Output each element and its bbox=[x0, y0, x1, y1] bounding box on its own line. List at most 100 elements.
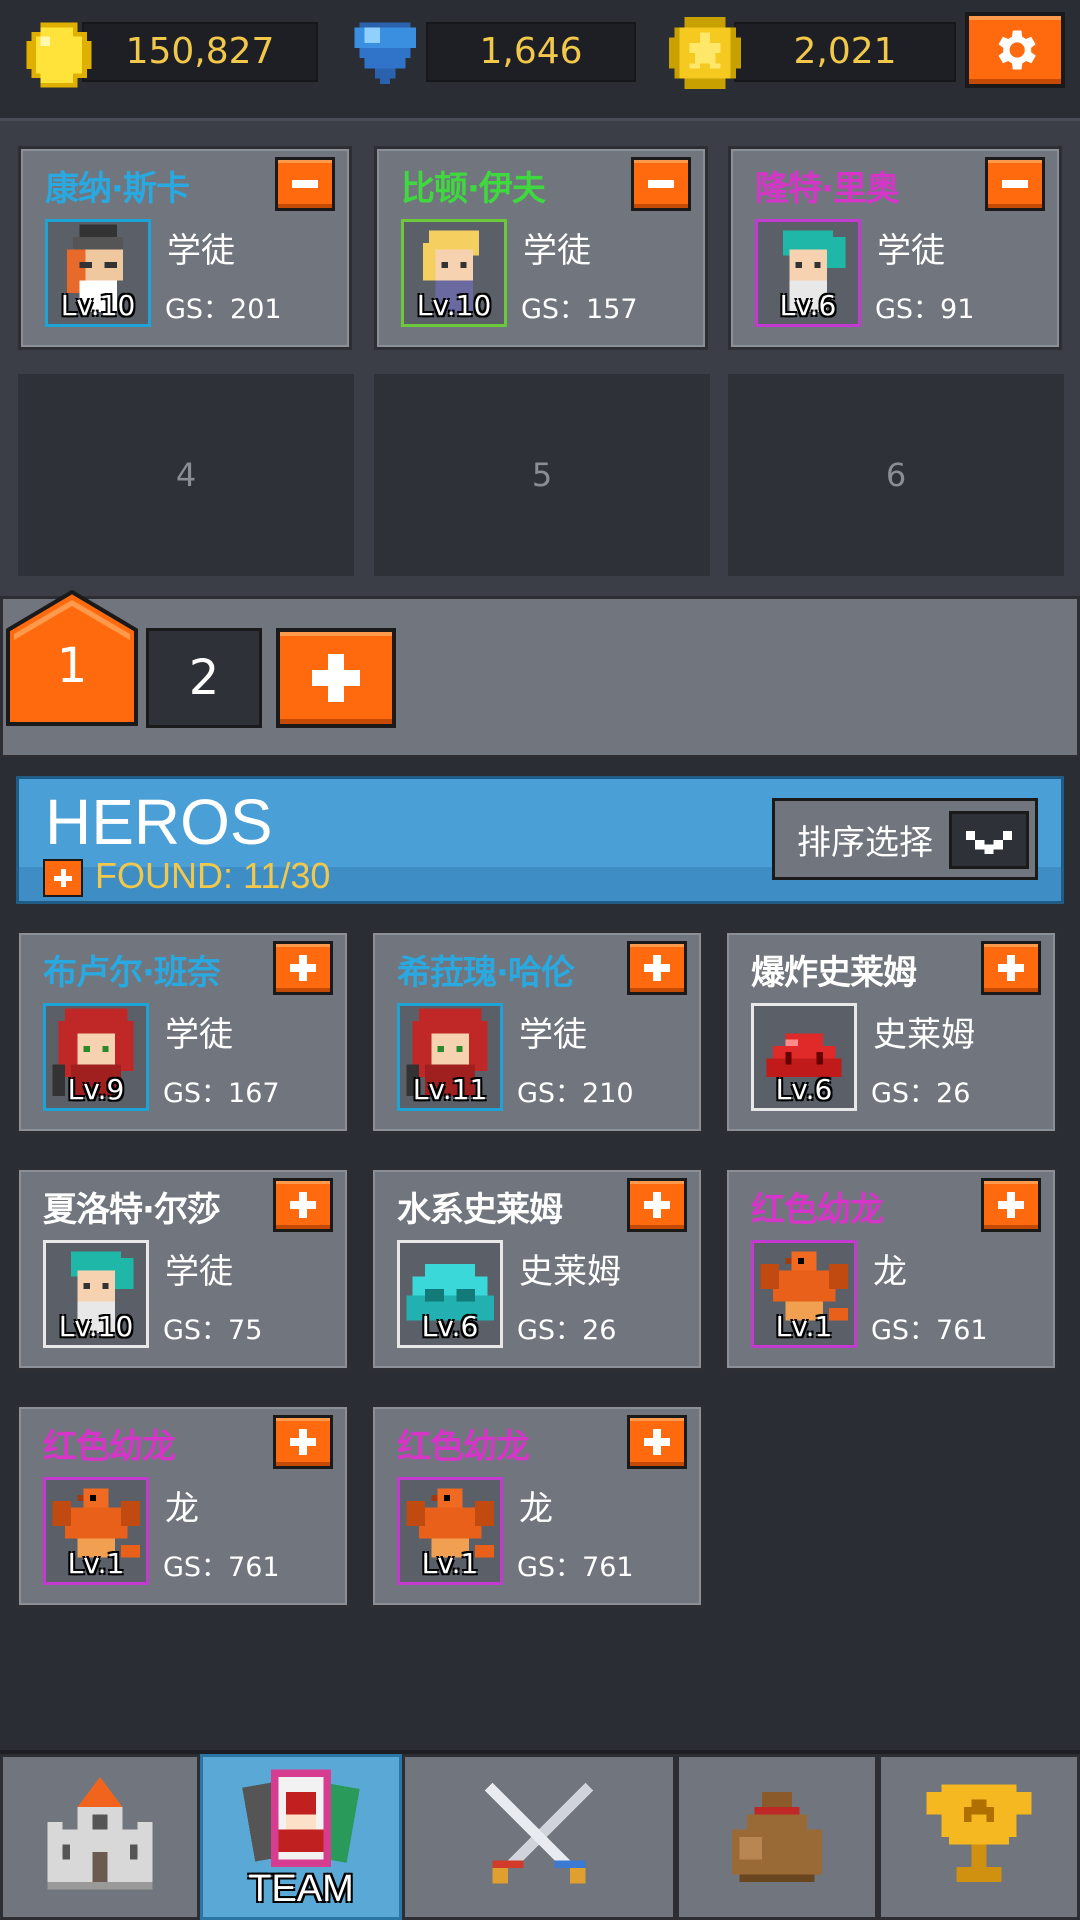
slot-number: 6 bbox=[885, 456, 907, 494]
tab-page-1[interactable]: 1 bbox=[6, 590, 138, 726]
hero-name: 希菈瑰·哈伦 bbox=[397, 953, 575, 993]
add-to-team-button[interactable] bbox=[627, 1415, 687, 1469]
hero-name: 康纳·斯卡 bbox=[45, 169, 190, 209]
tab-page-2[interactable]: 2 bbox=[146, 628, 262, 728]
hero-level: Lv.9 bbox=[67, 1073, 125, 1106]
add-to-team-button[interactable] bbox=[981, 1178, 1041, 1232]
hero-class: 学徒 bbox=[877, 231, 945, 271]
add-page-button[interactable] bbox=[276, 628, 396, 728]
star-counter: 2,021 bbox=[664, 17, 956, 89]
gold-coin-icon bbox=[26, 22, 92, 88]
hero-card[interactable]: 红色幼龙 Lv.1 龙 GS：761 bbox=[16, 1404, 350, 1608]
hero-card[interactable]: 水系史莱姆 Lv.6 史莱姆 GS：26 bbox=[370, 1167, 704, 1371]
team-cards-icon bbox=[242, 1769, 360, 1867]
team-member-card[interactable]: 隆特·里奥 Lv.6 学徒 GS：91 bbox=[728, 146, 1062, 350]
red-dragon-icon: Lv.1 bbox=[397, 1477, 503, 1585]
hero-red-hair-icon: Lv.11 bbox=[397, 1003, 503, 1111]
hero-card[interactable]: 希菈瑰·哈伦 Lv.11 学徒 GS：210 bbox=[370, 930, 704, 1134]
hero-level: Lv.11 bbox=[412, 1073, 488, 1106]
red-dragon-icon: Lv.1 bbox=[43, 1477, 149, 1585]
slot-number: 5 bbox=[531, 456, 553, 494]
water-slime-icon: Lv.6 bbox=[397, 1240, 503, 1348]
hero-blonde-icon: Lv.10 bbox=[401, 219, 507, 327]
team-member-card[interactable]: 康纳·斯卡 Lv.10 学徒 GS：201 bbox=[18, 146, 352, 350]
hero-level: Lv.6 bbox=[421, 1310, 479, 1343]
team-member-card[interactable]: 比顿·伊夫 Lv.10 学徒 GS：157 bbox=[374, 146, 708, 350]
hero-class: 史莱姆 bbox=[519, 1252, 621, 1292]
hero-name: 红色幼龙 bbox=[751, 1190, 884, 1230]
heros-title: HEROS bbox=[45, 786, 273, 858]
hero-mage-icon: Lv.10 bbox=[45, 219, 151, 327]
hero-class: 龙 bbox=[519, 1489, 553, 1529]
empty-team-slot[interactable]: 5 bbox=[374, 374, 710, 576]
hero-gear-score: GS：167 bbox=[163, 1078, 280, 1109]
hero-gear-score: GS：26 bbox=[517, 1315, 617, 1346]
hero-class: 学徒 bbox=[165, 1015, 233, 1055]
castle-icon bbox=[47, 1777, 153, 1890]
add-to-team-button[interactable] bbox=[627, 941, 687, 995]
hero-card[interactable]: 夏洛特·尔莎 Lv.10 学徒 GS：75 bbox=[16, 1167, 350, 1371]
hero-card[interactable]: 爆炸史莱姆 Lv.6 史莱姆 GS：26 bbox=[724, 930, 1058, 1134]
gold-amount: 150,827 bbox=[125, 31, 275, 72]
add-to-team-button[interactable] bbox=[273, 941, 333, 995]
hero-card[interactable]: 布卢尔·班奈 Lv.9 学徒 GS：167 bbox=[16, 930, 350, 1134]
nav-castle[interactable] bbox=[0, 1754, 200, 1920]
remove-from-team-button[interactable] bbox=[275, 157, 335, 211]
hero-name: 爆炸史莱姆 bbox=[751, 953, 917, 993]
hero-gear-score: GS：201 bbox=[165, 294, 282, 325]
hero-level: Lv.10 bbox=[60, 289, 136, 322]
hero-name: 水系史莱姆 bbox=[397, 1190, 563, 1230]
empty-team-slot[interactable]: 4 bbox=[18, 374, 354, 576]
hero-level: Lv.6 bbox=[779, 289, 837, 322]
hero-level: Lv.6 bbox=[775, 1073, 833, 1106]
hero-level: Lv.1 bbox=[421, 1547, 479, 1580]
currency-bar: 150,827 1,646 2,021 bbox=[0, 0, 1080, 100]
nav-team-label: TEAM bbox=[248, 1868, 354, 1910]
hero-gear-score: GS：91 bbox=[875, 294, 975, 325]
nav-team[interactable]: TEAM bbox=[200, 1754, 402, 1920]
chevron-down-icon bbox=[949, 811, 1029, 869]
hero-card[interactable]: 红色幼龙 Lv.1 龙 GS：761 bbox=[370, 1404, 704, 1608]
hero-gear-score: GS：26 bbox=[871, 1078, 971, 1109]
loot-bag-icon bbox=[732, 1792, 822, 1882]
hero-gear-score: GS：761 bbox=[163, 1552, 280, 1583]
star-coin-icon bbox=[669, 17, 741, 89]
hero-name: 隆特·里奥 bbox=[755, 169, 900, 209]
hero-class: 龙 bbox=[873, 1252, 907, 1292]
nav-achievements[interactable] bbox=[878, 1754, 1080, 1920]
hero-name: 红色幼龙 bbox=[43, 1427, 176, 1467]
sort-select-button[interactable]: 排序选择 bbox=[772, 798, 1038, 880]
add-to-team-button[interactable] bbox=[627, 1178, 687, 1232]
hero-gear-score: GS：210 bbox=[517, 1078, 634, 1109]
add-to-team-button[interactable] bbox=[273, 1415, 333, 1469]
tab-page-1-label: 1 bbox=[56, 638, 88, 694]
add-to-team-button[interactable] bbox=[273, 1178, 333, 1232]
sort-label: 排序选择 bbox=[797, 823, 933, 863]
hero-gear-score: GS：157 bbox=[521, 294, 638, 325]
red-dragon-icon: Lv.1 bbox=[751, 1240, 857, 1348]
add-to-team-button[interactable] bbox=[981, 941, 1041, 995]
hero-class: 史莱姆 bbox=[873, 1015, 975, 1055]
hero-gear-score: GS：75 bbox=[163, 1315, 263, 1346]
hero-card[interactable]: 红色幼龙 Lv.1 龙 GS：761 bbox=[724, 1167, 1058, 1371]
gem-counter: 1,646 bbox=[344, 18, 636, 84]
slot-number: 4 bbox=[175, 456, 197, 494]
empty-team-slot[interactable]: 6 bbox=[728, 374, 1064, 576]
hero-name: 红色幼龙 bbox=[397, 1427, 530, 1467]
remove-from-team-button[interactable] bbox=[985, 157, 1045, 211]
settings-button[interactable] bbox=[965, 12, 1065, 88]
hero-teal-icon: Lv.10 bbox=[43, 1240, 149, 1348]
remove-from-team-button[interactable] bbox=[631, 157, 691, 211]
hero-class: 学徒 bbox=[167, 231, 235, 271]
hero-class: 学徒 bbox=[523, 231, 591, 271]
hero-level: Lv.10 bbox=[58, 1310, 134, 1343]
found-count: FOUND: 11/30 bbox=[95, 855, 331, 896]
nav-battle[interactable] bbox=[402, 1754, 676, 1920]
hero-name: 夏洛特·尔莎 bbox=[43, 1190, 221, 1230]
bottom-nav: TEAM bbox=[0, 1750, 1080, 1920]
found-plus-icon bbox=[43, 859, 83, 897]
star-amount: 2,021 bbox=[793, 31, 897, 72]
gold-counter: 150,827 bbox=[22, 18, 318, 88]
nav-inventory[interactable] bbox=[676, 1754, 878, 1920]
hero-level: Lv.1 bbox=[67, 1547, 125, 1580]
